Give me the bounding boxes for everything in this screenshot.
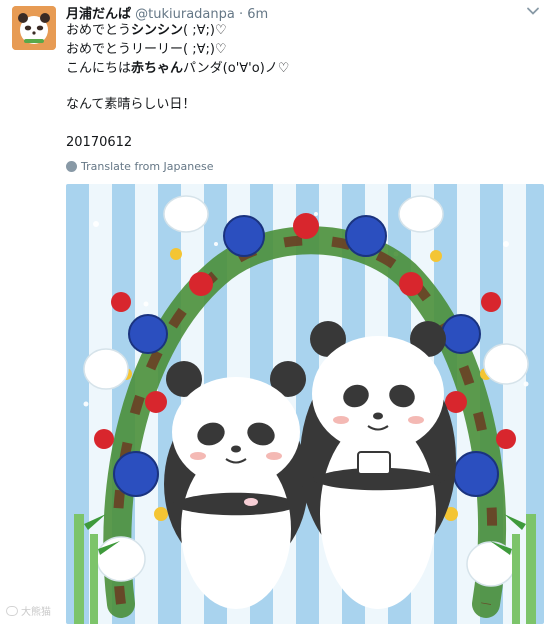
separator: · (234, 7, 248, 22)
tweet-header: 月浦だんぱ @tukiuradanpa · 6m (66, 3, 268, 22)
globe-icon (66, 161, 77, 172)
tweet-card: 月浦だんぱ @tukiuradanpa · 6m おめでとうシンシン( ;∀;)… (0, 0, 550, 624)
tweet-text-line-2: おめでとうリーリー( ;∀;)♡ (66, 42, 227, 57)
tweet-text-line-3: こんにちは赤ちゃんパンダ(o'∀'o)ノ♡ (66, 61, 290, 76)
tweet-text-date: 20170612 (66, 135, 133, 150)
chevron-down-icon[interactable] (526, 4, 540, 18)
tweet-image[interactable] (66, 184, 544, 624)
display-name[interactable]: 月浦だんぱ (66, 7, 131, 22)
user-handle[interactable]: @tukiuradanpa (135, 7, 235, 22)
tweet-text-line-1: おめでとうシンシン( ;∀;)♡ (66, 23, 227, 38)
timestamp[interactable]: 6m (247, 7, 268, 22)
translate-label: Translate from Japanese (81, 160, 214, 173)
watermark-logo-icon (6, 605, 18, 616)
watermark: 大熊猫 (6, 603, 51, 618)
avatar[interactable] (12, 6, 56, 50)
tweet-text-line-4: なんて素晴らしい日！ (66, 97, 196, 112)
translate-link[interactable]: Translate from Japanese (66, 160, 213, 173)
